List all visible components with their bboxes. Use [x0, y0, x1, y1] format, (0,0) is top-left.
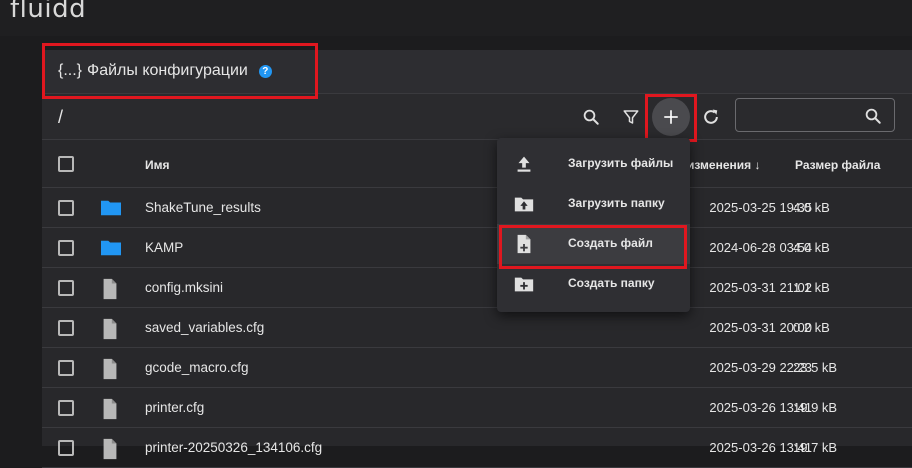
add-button[interactable] — [652, 98, 690, 136]
card-title-text: Файлы конфигурации — [87, 62, 248, 79]
row-checkbox[interactable] — [58, 360, 74, 376]
app-bar: fluidd — [0, 0, 912, 36]
menu-item-label: Загрузить файлы — [568, 156, 674, 170]
file-size: 1.1 kB — [793, 280, 830, 295]
row-icon — [100, 318, 120, 345]
file-icon — [103, 318, 117, 340]
table-header: Имя изменения ↓ Размер файла — [42, 140, 912, 188]
row-checkbox[interactable] — [58, 280, 74, 296]
row-checkbox[interactable] — [58, 200, 74, 216]
current-path: / — [58, 107, 64, 127]
file-name[interactable]: gcode_macro.cfg — [145, 360, 249, 375]
folder-icon — [101, 200, 121, 216]
add-menu: Загрузить файлы Загрузить папку Создать … — [497, 138, 690, 312]
file-name[interactable]: saved_variables.cfg — [145, 320, 264, 335]
column-modified[interactable]: изменения ↓ — [687, 158, 761, 172]
table-row[interactable]: saved_variables.cfg 2025-03-31 20:00 0.2 k… — [42, 308, 912, 348]
row-checkbox[interactable] — [58, 440, 74, 456]
file-name[interactable]: ShakeTune_results — [145, 200, 261, 215]
row-icon — [100, 358, 120, 385]
file-modified: 2025-03-31 20:00 — [709, 320, 812, 335]
menu-item-label: Создать файл — [568, 236, 653, 250]
search-button[interactable] — [574, 100, 608, 134]
file-size: 4.0 kB — [793, 240, 830, 255]
search-field[interactable] — [735, 98, 895, 132]
config-files-card: {...} Файлы конфигурации ? / Имя изменен… — [42, 50, 912, 468]
row-icon — [100, 198, 122, 223]
file-name[interactable]: config.mksini — [145, 280, 223, 295]
folder-upload-icon — [514, 197, 534, 212]
file-icon — [103, 398, 117, 420]
refresh-button[interactable] — [694, 100, 728, 134]
menu-item-upload-files[interactable]: Загрузить файлы — [497, 144, 690, 184]
table-row[interactable]: printer-20250326_134106.cfg 2025-03-26 13… — [42, 428, 912, 468]
file-size: 4.0 kB — [793, 200, 830, 215]
file-name[interactable]: printer.cfg — [145, 400, 204, 415]
table-row[interactable]: gcode_macro.cfg 2025-03-29 22:23 23.5 kB — [42, 348, 912, 388]
add-icon — [664, 110, 678, 124]
upload-icon — [517, 156, 531, 172]
file-modified: 2025-03-26 13:41 — [709, 440, 812, 455]
folder-plus-icon — [514, 277, 534, 292]
filter-icon — [623, 110, 639, 124]
column-size[interactable]: Размер файла — [795, 158, 880, 172]
row-icon — [100, 238, 122, 263]
file-size: 0.2 kB — [793, 320, 830, 335]
menu-item-create-file[interactable]: Создать файл — [497, 224, 690, 264]
row-checkbox[interactable] — [58, 240, 74, 256]
file-icon — [103, 358, 117, 380]
file-size: 19.9 kB — [793, 400, 838, 415]
file-name[interactable]: printer-20250326_134106.cfg — [145, 440, 322, 455]
row-icon — [100, 438, 120, 465]
column-modified-label: изменения — [687, 158, 752, 172]
column-name[interactable]: Имя — [145, 158, 170, 172]
file-size: 19.7 kB — [793, 440, 838, 455]
file-icon — [103, 278, 117, 300]
row-checkbox[interactable] — [58, 400, 74, 416]
sidebar — [0, 36, 42, 446]
filter-button[interactable] — [614, 100, 648, 134]
file-name[interactable]: KAMP — [145, 240, 183, 255]
search-field-icon — [865, 108, 881, 124]
row-icon — [100, 398, 120, 425]
select-all-checkbox[interactable] — [58, 156, 74, 172]
menu-item-label: Создать папку — [568, 276, 655, 290]
file-icon — [103, 438, 117, 460]
search-input[interactable] — [742, 105, 852, 125]
file-modified: 2025-03-26 13:41 — [709, 400, 812, 415]
file-size: 23.5 kB — [793, 360, 838, 375]
refresh-icon — [704, 109, 718, 124]
arrow-down-icon: ↓ — [754, 158, 761, 172]
table-row[interactable]: ShakeTune_results 2025-03-25 19:35 4.0 kB — [42, 188, 912, 228]
help-icon[interactable]: ? — [258, 64, 272, 78]
code-braces-icon: {...} — [58, 62, 83, 79]
menu-item-upload-folder[interactable]: Загрузить папку — [497, 184, 690, 224]
file-modified: 2025-03-29 22:23 — [709, 360, 812, 375]
app-logo[interactable]: fluidd — [10, 0, 86, 24]
table-row[interactable]: config.mksini 2025-03-31 21:02 1.1 kB — [42, 268, 912, 308]
menu-item-label: Загрузить папку — [568, 196, 665, 210]
file-plus-icon — [517, 234, 531, 254]
menu-item-create-folder[interactable]: Создать папку — [497, 264, 690, 304]
file-toolbar: / — [42, 94, 912, 140]
card-header: {...} Файлы конфигурации ? — [42, 50, 912, 94]
row-checkbox[interactable] — [58, 320, 74, 336]
search-icon — [583, 109, 599, 125]
row-icon — [100, 278, 120, 305]
card-title: {...} Файлы конфигурации ? — [58, 62, 272, 80]
folder-icon — [101, 240, 121, 256]
table-row[interactable]: printer.cfg 2025-03-26 13:41 19.9 kB — [42, 388, 912, 428]
table-row[interactable]: KAMP 2024-06-28 03:54 4.0 kB — [42, 228, 912, 268]
